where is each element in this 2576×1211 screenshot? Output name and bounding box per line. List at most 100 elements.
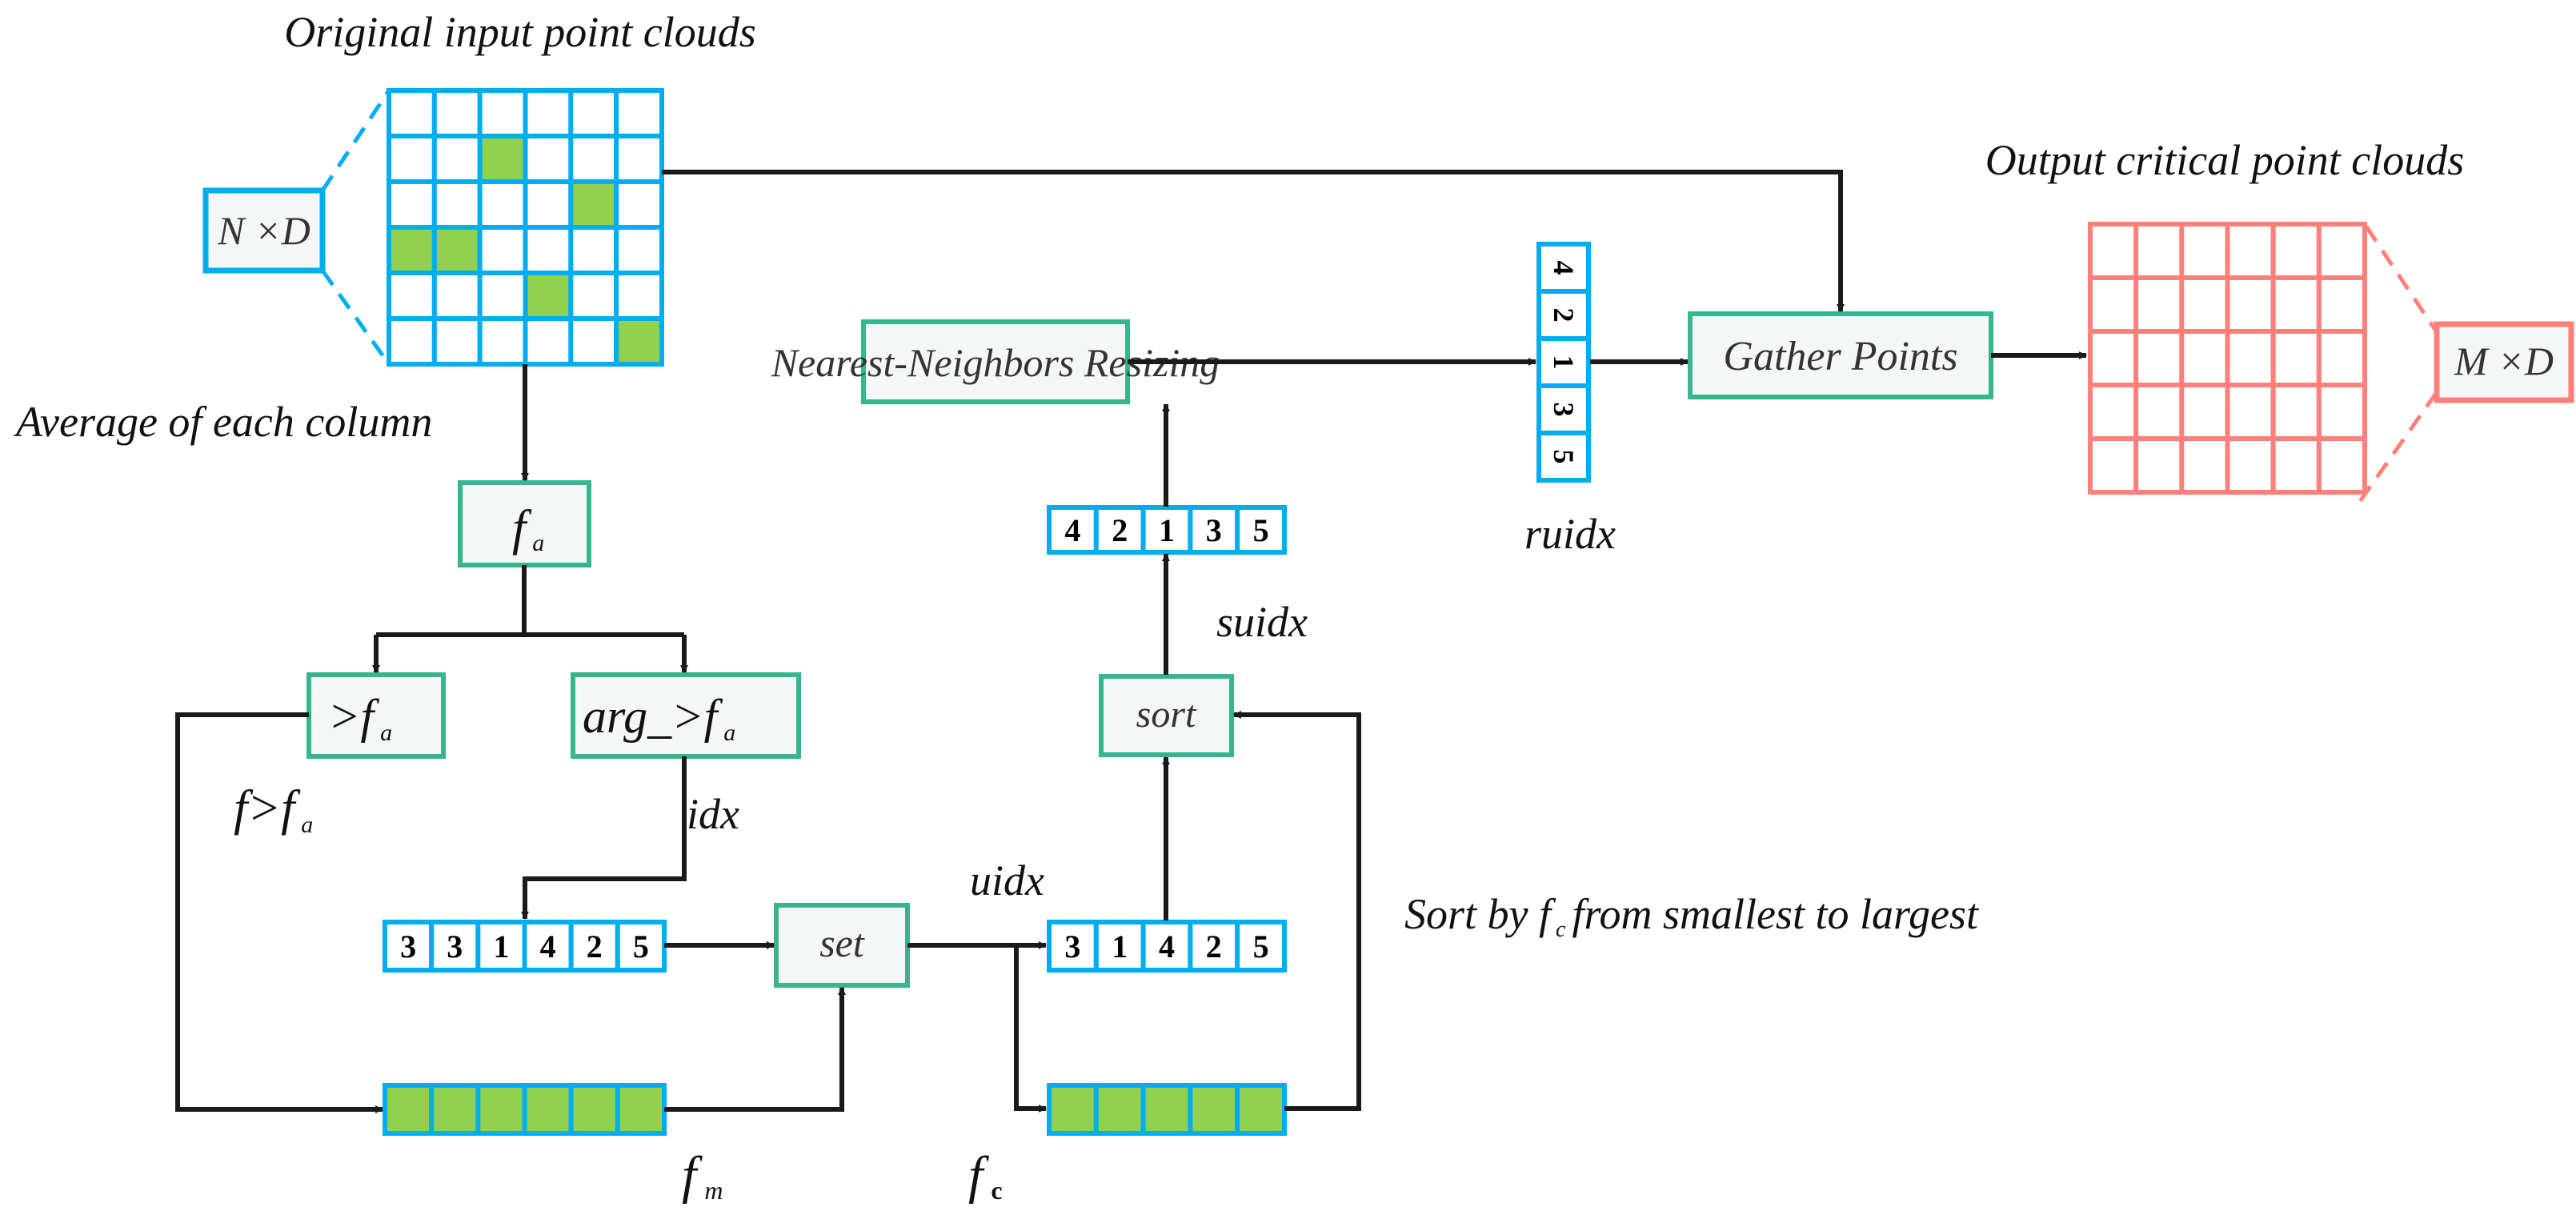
idx-array: 331425: [383, 920, 667, 972]
array-cell: [615, 1083, 667, 1136]
array-cell: [568, 1083, 620, 1136]
array-cell: [1093, 1083, 1146, 1136]
grid-cell: [477, 271, 528, 321]
array-cell-value: 1: [1159, 512, 1175, 548]
fc-label: fc: [968, 1146, 1003, 1205]
array-cell: [475, 1083, 527, 1136]
grid-cell: [523, 316, 574, 367]
suidx-array: 42135: [1047, 505, 1287, 555]
n-by-d-connector-top: [320, 89, 391, 192]
array-cell-value: 3: [1064, 928, 1080, 964]
output-grid-cell: [2088, 222, 2139, 280]
output-grid-cell: [2270, 222, 2322, 280]
array-cell-value: 2: [587, 928, 603, 964]
array-cell: [1188, 1083, 1240, 1136]
arrow-gt-fa-to-fm: [175, 712, 383, 1113]
output-grid-cell: [2179, 383, 2230, 441]
fm-label: fm: [682, 1146, 723, 1205]
output-point-cloud-grid: [2088, 222, 2367, 495]
output-grid-cell: [2225, 436, 2276, 495]
arrow-arg-to-idx: [521, 756, 687, 920]
array-cell-value: 4: [1064, 512, 1080, 548]
output-grid-cell: [2133, 222, 2185, 280]
grid-cell-highlighted: [568, 179, 619, 230]
output-grid-cell: [2133, 383, 2185, 441]
grid-cell: [568, 88, 619, 138]
grid-cell: [523, 88, 574, 138]
svg-text:Gather Points: Gather Points: [1723, 334, 1957, 379]
svg-text:M ×D: M ×D: [2454, 339, 2554, 383]
output-grid-cell: [2316, 329, 2367, 387]
arrow-fc-to-sort: [1233, 711, 1361, 1111]
grid-cell: [477, 225, 528, 275]
input-title: Original input point clouds: [284, 8, 756, 56]
grid-cell: [387, 179, 437, 230]
grid-cell: [568, 271, 619, 321]
grid-cell-highlighted: [523, 271, 574, 321]
grid-cell: [477, 88, 528, 138]
grid-cell: [477, 316, 528, 367]
array-cell-value: 3: [447, 928, 463, 964]
array-cell-value: 4: [1548, 261, 1580, 275]
uidx-array: 31425: [1047, 920, 1287, 972]
array-cell-value: 2: [1112, 512, 1128, 548]
ruidx-array: 4 2 1 3 5: [1536, 242, 1591, 483]
grid-cell: [431, 179, 483, 230]
fa-box: fa: [458, 480, 591, 567]
output-grid-cell: [2225, 383, 2276, 441]
arg-gt-fa-box: arg_>f a: [571, 672, 801, 759]
grid-cell: [568, 316, 619, 367]
input-point-cloud-grid: [387, 88, 665, 367]
grid-cell: [523, 225, 574, 275]
output-grid-cell: [2316, 275, 2367, 334]
output-grid-cell: [2088, 329, 2139, 387]
array-cell-value: 1: [493, 928, 509, 964]
grid-cell: [614, 179, 665, 230]
set-box: set: [774, 903, 910, 988]
output-grid-cell: [2088, 275, 2139, 334]
output-grid-cell: [2225, 329, 2276, 387]
arrow-branch-to-fc: [1014, 945, 1047, 1113]
array-cell-value: 4: [1159, 928, 1175, 964]
output-grid-cell: [2270, 329, 2322, 387]
grid-cell: [431, 88, 483, 138]
grid-cell: [477, 179, 528, 230]
svg-text:N ×D: N ×D: [217, 208, 310, 253]
grid-cell: [614, 134, 665, 184]
arrow-split-to-gt-fa: [376, 632, 684, 672]
grid-cell: [568, 134, 619, 184]
array-cell: [522, 1083, 574, 1136]
gather-points-box: Gather Points: [1688, 311, 1993, 399]
output-grid-cell: [2225, 275, 2276, 334]
array-cell-value: 5: [1253, 512, 1269, 548]
array-cell-value: 1: [1112, 928, 1128, 964]
grid-cell: [614, 271, 665, 321]
n-by-d-box: N ×D: [202, 187, 326, 274]
fm-array: [383, 1083, 667, 1136]
array-cell: [1047, 1083, 1099, 1136]
grid-cell-highlighted: [614, 316, 665, 367]
n-by-d-connector-bottom: [320, 269, 391, 366]
output-grid-cell: [2179, 222, 2230, 280]
array-cell-value: 5: [1548, 450, 1580, 464]
array-cell-value: 1: [1548, 355, 1580, 370]
output-grid-cell: [2270, 275, 2322, 334]
svg-text:set: set: [819, 920, 865, 965]
output-grid-cell: [2225, 222, 2276, 280]
idx-label: idx: [687, 790, 739, 838]
m-by-d-connector-top: [2364, 225, 2439, 334]
uidx-label: uidx: [970, 856, 1044, 904]
m-by-d-connector-bottom: [2354, 391, 2439, 507]
arrow-grid-to-gather: [662, 170, 1845, 312]
grid-cell: [387, 316, 437, 367]
sort-note: Sort by f c from smallest to largest: [1404, 890, 1980, 942]
array-cell: [1235, 1083, 1287, 1136]
array-cell: [383, 1083, 435, 1136]
output-grid-cell: [2179, 329, 2230, 387]
grid-cell-highlighted: [477, 134, 528, 184]
grid-cell: [387, 88, 437, 138]
output-grid-cell: [2316, 436, 2367, 495]
grid-cell: [614, 88, 665, 138]
grid-cell: [431, 316, 483, 367]
output-grid-cell: [2088, 383, 2139, 441]
